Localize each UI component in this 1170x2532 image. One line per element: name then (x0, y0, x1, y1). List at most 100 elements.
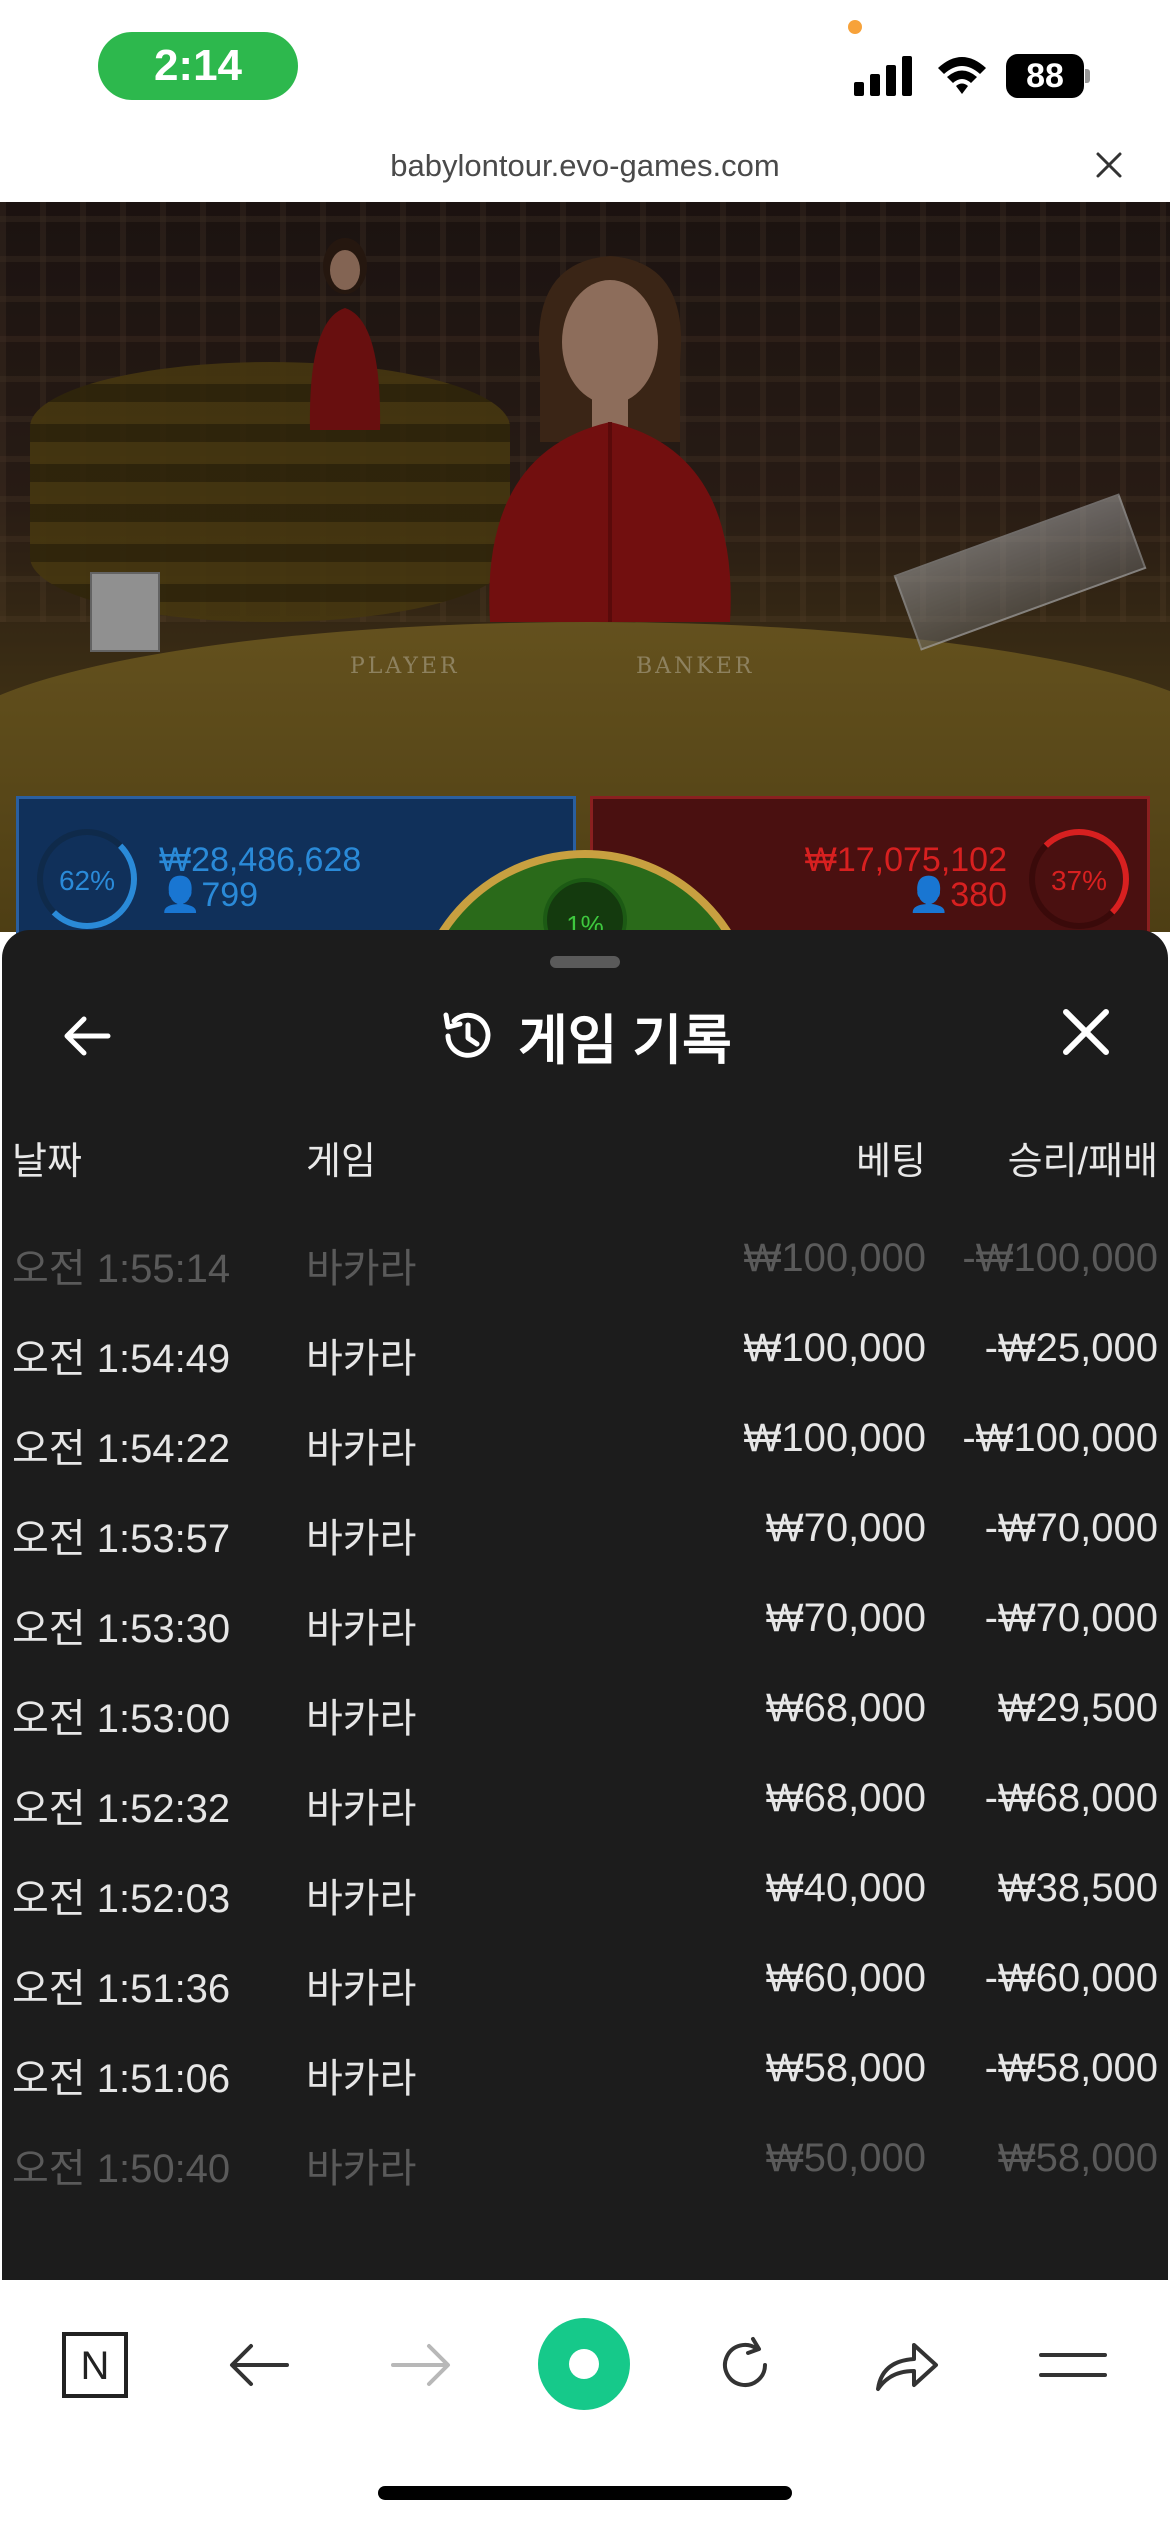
nav-forward-button[interactable] (376, 2320, 466, 2410)
row-date: 오전 1:51:06 (12, 2057, 231, 2101)
row-bet: ₩100,000 (743, 1416, 926, 1460)
column-header-date: 날짜 (12, 1141, 82, 1183)
row-result: -₩100,000 (962, 1236, 1158, 1280)
status-bar: 2:14 88 (0, 0, 1170, 140)
row-date: 오전 1:54:22 (12, 1427, 231, 1471)
row-date: 오전 1:54:49 (12, 1337, 231, 1381)
history-row[interactable]: 오전 1:54:22 바카라 ₩100,000 -₩100,000 (2, 1402, 1168, 1492)
history-row[interactable]: 오전 1:53:00 바카라 ₩68,000 ₩29,500 (2, 1672, 1168, 1762)
svg-text:N: N (81, 2344, 110, 2388)
green-dot-icon (569, 2349, 599, 2379)
history-row[interactable]: 오전 1:51:36 바카라 ₩60,000 -₩60,000 (2, 1942, 1168, 2032)
row-bet: ₩70,000 (765, 1506, 926, 1550)
battery-icon: 88 (1006, 54, 1090, 98)
row-game: 바카라 (306, 1877, 417, 1921)
row-game: 바카라 (306, 1697, 417, 1741)
row-result: -₩100,000 (962, 1416, 1158, 1460)
history-row[interactable]: 오전 1:50:40 바카라 ₩50,000 ₩58,000 (2, 2122, 1168, 2212)
row-result: ₩29,500 (997, 1686, 1158, 1730)
row-bet: ₩58,000 (765, 2046, 926, 2090)
player-percent-ring: 62% (37, 829, 137, 929)
sheet-title-group: 게임 기록 (2, 996, 1168, 1075)
green-dot-button[interactable] (538, 2318, 630, 2410)
reload-button[interactable] (700, 2320, 790, 2410)
person-icon: 👤 (907, 876, 951, 914)
share-arrow-icon (876, 2343, 938, 2391)
wifi-icon (938, 57, 986, 94)
row-result: -₩70,000 (984, 1596, 1158, 1640)
close-icon[interactable] (1056, 1002, 1116, 1062)
row-bet: ₩50,000 (765, 2136, 926, 2180)
row-game: 바카라 (306, 2147, 417, 2191)
row-date: 오전 1:53:57 (12, 1517, 231, 1561)
mic-indicator-dot (848, 20, 862, 34)
history-clock-icon (443, 1012, 491, 1058)
row-result: ₩38,500 (997, 1866, 1158, 1910)
share-button[interactable] (862, 2320, 952, 2410)
close-webview-icon[interactable] (1094, 150, 1124, 180)
sheet-title: 게임 기록 (518, 1011, 732, 1071)
row-result: -₩25,000 (984, 1326, 1158, 1370)
nav-back-button[interactable] (214, 2320, 304, 2410)
history-row[interactable]: 오전 1:52:03 바카라 ₩40,000 ₩38,500 (2, 1852, 1168, 1942)
row-game: 바카라 (306, 1517, 417, 1561)
row-result: ₩58,000 (997, 2136, 1158, 2180)
row-bet: ₩68,000 (765, 1686, 926, 1730)
row-game: 바카라 (306, 1967, 417, 2011)
row-date: 오전 1:53:30 (12, 1607, 231, 1651)
reload-icon (723, 2337, 767, 2387)
row-date: 오전 1:53:00 (12, 1697, 231, 1741)
forward-arrow-icon (391, 2344, 450, 2386)
column-header-bet: 베팅 (856, 1141, 926, 1183)
history-row[interactable]: 오전 1:53:30 바카라 ₩70,000 -₩70,000 (2, 1582, 1168, 1672)
row-date: 오전 1:52:03 (12, 1877, 231, 1921)
row-result: -₩60,000 (984, 1956, 1158, 2000)
naver-home-button[interactable]: N (50, 2320, 140, 2410)
banker-percent-ring: 37% (1029, 829, 1129, 929)
home-indicator[interactable] (378, 2486, 792, 2500)
row-result: -₩68,000 (984, 1776, 1158, 1820)
url-text[interactable]: babylontour.evo-games.com (0, 148, 1170, 184)
row-bet: ₩70,000 (765, 1596, 926, 1640)
column-header-game: 게임 (306, 1141, 376, 1183)
row-bet: ₩100,000 (743, 1326, 926, 1370)
row-result: -₩70,000 (984, 1506, 1158, 1550)
clock-pill[interactable]: 2:14 (98, 32, 298, 100)
row-game: 바카라 (306, 1607, 417, 1651)
row-date: 오전 1:51:36 (12, 1967, 231, 2011)
url-bar: babylontour.evo-games.com (0, 140, 1170, 202)
row-date: 오전 1:50:40 (12, 2147, 231, 2191)
column-header-result: 승리/패배 (1007, 1141, 1158, 1183)
back-arrow-icon (230, 2344, 289, 2386)
game-history-sheet: 게임 기록 날짜 게임 베팅 승리/패배 오전 1:55:14 바카라 ₩100… (2, 930, 1168, 2280)
row-result: -₩58,000 (984, 2046, 1158, 2090)
menu-button[interactable] (1028, 2320, 1118, 2410)
battery-level: 88 (1006, 54, 1084, 98)
row-bet: ₩40,000 (765, 1866, 926, 1910)
row-bet: ₩68,000 (765, 1776, 926, 1820)
history-row[interactable]: 오전 1:55:14 바카라 ₩100,000 -₩100,000 (2, 1222, 1168, 1312)
history-row[interactable]: 오전 1:52:32 바카라 ₩68,000 -₩68,000 (2, 1762, 1168, 1852)
row-game: 바카라 (306, 1427, 417, 1471)
history-row[interactable]: 오전 1:54:49 바카라 ₩100,000 -₩25,000 (2, 1312, 1168, 1402)
cellular-signal-icon (854, 56, 912, 96)
naver-n-icon: N (62, 2332, 128, 2398)
sheet-grabber[interactable] (550, 956, 620, 968)
hamburger-menu-icon (1039, 2353, 1107, 2377)
row-bet: ₩100,000 (743, 1236, 926, 1280)
row-date: 오전 1:55:14 (12, 1247, 231, 1291)
row-date: 오전 1:52:32 (12, 1787, 231, 1831)
banker-percent: 37% (1050, 865, 1108, 896)
row-game: 바카라 (306, 1247, 417, 1291)
banker-bettor-count: 👤380 (907, 876, 1007, 914)
history-row[interactable]: 오전 1:51:06 바카라 ₩58,000 -₩58,000 (2, 2032, 1168, 2122)
player-percent: 62% (58, 865, 116, 896)
row-game: 바카라 (306, 2057, 417, 2101)
row-game: 바카라 (306, 1787, 417, 1831)
player-bettor-count: 👤799 (159, 876, 259, 914)
history-row[interactable]: 오전 1:53:57 바카라 ₩70,000 -₩70,000 (2, 1492, 1168, 1582)
row-game: 바카라 (306, 1337, 417, 1381)
person-icon: 👤 (159, 876, 202, 914)
row-bet: ₩60,000 (765, 1956, 926, 2000)
history-list: 오전 1:55:14 바카라 ₩100,000 -₩100,000 오전 1:5… (2, 1222, 1168, 2212)
